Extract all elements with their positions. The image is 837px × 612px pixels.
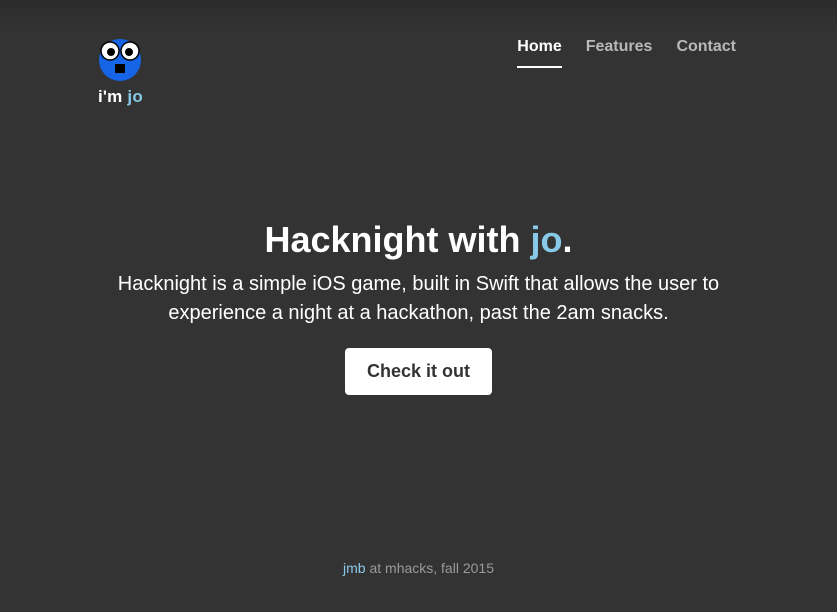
footer: jmb at mhacks, fall 2015 [0, 560, 837, 576]
hero-title-accent: jo [530, 219, 563, 260]
check-it-out-button[interactable]: Check it out [344, 348, 492, 395]
footer-text: at mhacks, fall 2015 [365, 560, 494, 576]
hero-description: Hacknight is a simple iOS game, built in… [117, 273, 720, 324]
page: i'm jo Home Features Contact Hacknight w… [0, 0, 837, 612]
hero-section: Hacknight with jo. Hacknight is a simple… [0, 218, 837, 395]
brand-name: i'm jo [98, 87, 146, 107]
brand-name-accent: jo [127, 87, 143, 106]
nav-item-home[interactable]: Home [517, 38, 562, 68]
nav-item-contact[interactable]: Contact [676, 38, 736, 68]
hero-title-prefix: Hacknight with [264, 219, 531, 260]
brand-logo[interactable]: i'm jo [98, 38, 146, 107]
googly-eyed-face-icon [98, 38, 142, 82]
footer-author-link[interactable]: jmb [343, 560, 366, 576]
main-nav: Home Features Contact [517, 38, 736, 68]
brand-prefix: i'm [98, 87, 128, 106]
hero-title-suffix: . [562, 219, 573, 260]
hero-title: Hacknight with jo. [0, 218, 837, 262]
nav-item-features[interactable]: Features [586, 38, 653, 68]
